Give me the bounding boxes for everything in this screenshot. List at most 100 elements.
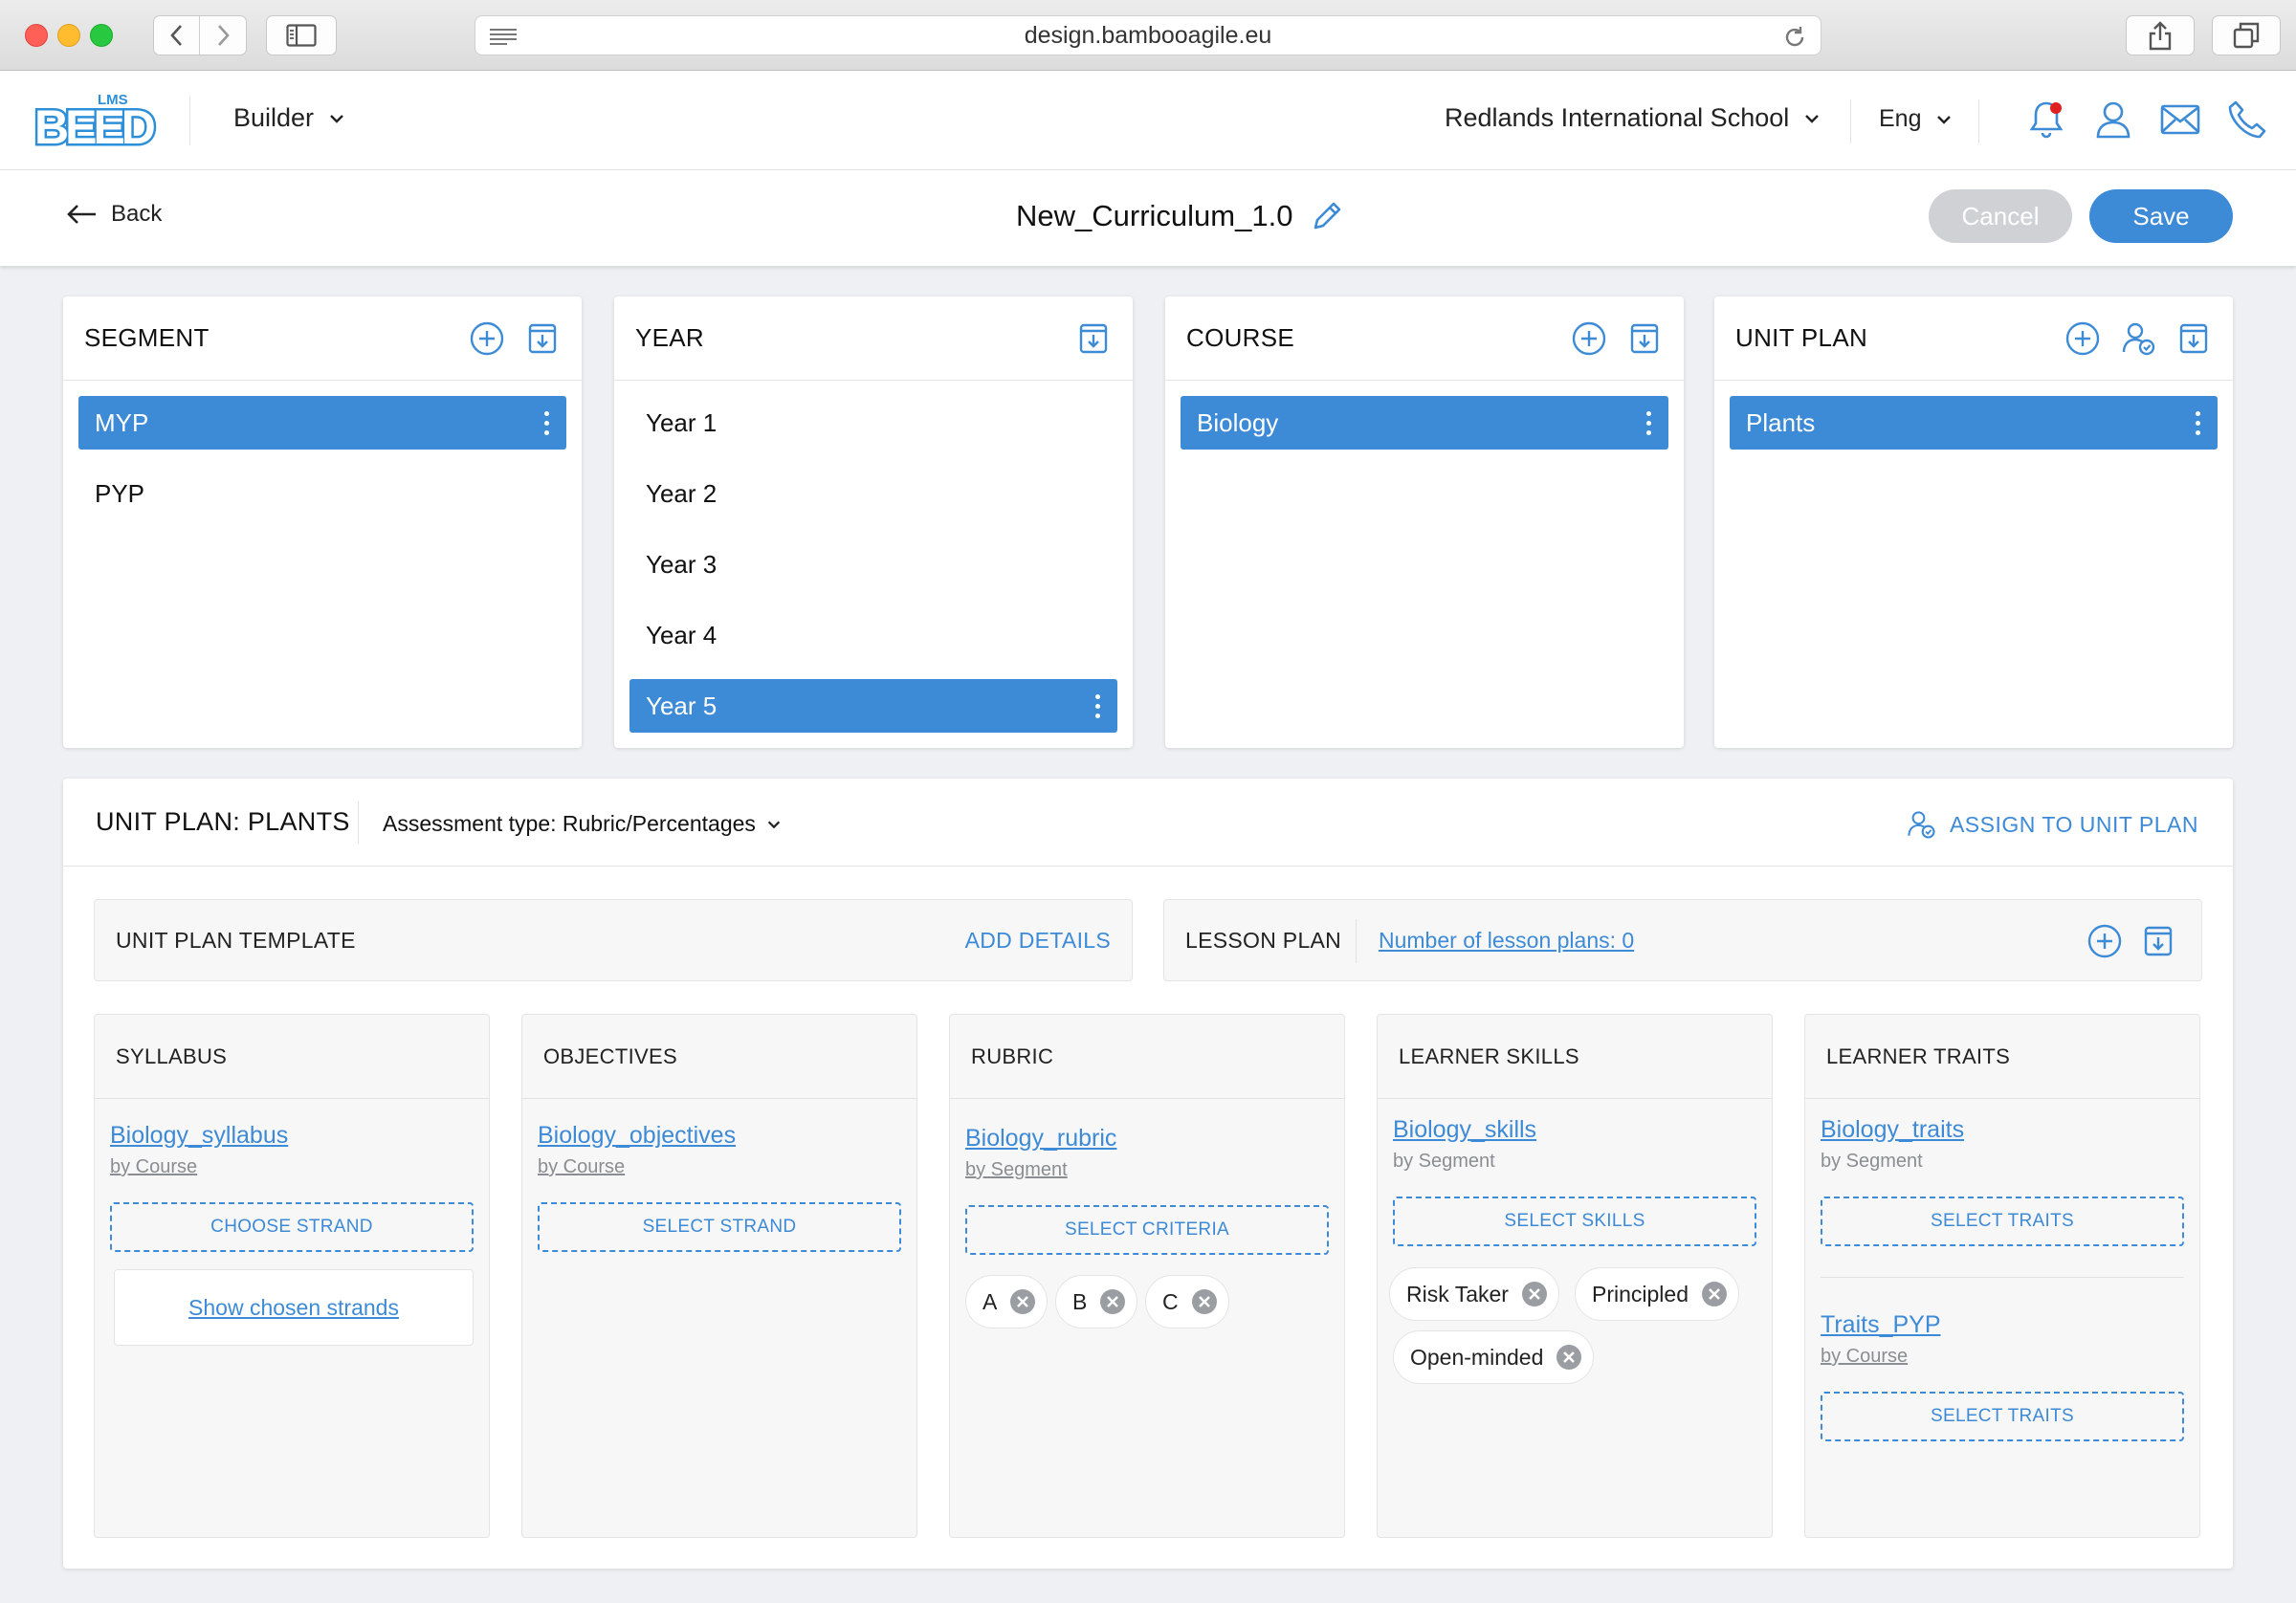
lesson-plan-count-link[interactable]: Number of lesson plans: 0	[1379, 928, 1634, 954]
assessment-type-label: Assessment type: Rubric/Percentages	[383, 811, 756, 836]
tabs-button[interactable]	[2212, 15, 2281, 55]
assign-user-icon[interactable]	[2120, 320, 2156, 357]
item-label: Year 4	[646, 620, 718, 649]
segment-item-myp[interactable]: MYP	[78, 396, 566, 450]
save-button[interactable]: Save	[2089, 189, 2233, 243]
add-circle-icon[interactable]	[469, 320, 505, 357]
archive-icon[interactable]	[2175, 320, 2212, 357]
choose-strand-button[interactable]: CHOOSE STRAND	[110, 1202, 474, 1252]
forward-nav-button[interactable]	[200, 16, 246, 55]
chip-label: A	[982, 1288, 998, 1314]
select-criteria-button[interactable]: SELECT CRITERIA	[965, 1205, 1329, 1255]
clear-icon[interactable]	[1191, 1289, 1217, 1314]
syllabus-source-link[interactable]: by Course	[110, 1156, 197, 1178]
minimize-window-button[interactable]	[57, 24, 80, 47]
clear-icon[interactable]	[1100, 1289, 1126, 1314]
segment-item-pyp[interactable]: PYP	[78, 467, 566, 520]
chevron-down-icon	[1802, 109, 1821, 128]
back-button[interactable]: Back	[65, 201, 162, 228]
criteria-chip: B	[1055, 1275, 1138, 1329]
learner-traits-column: LEARNER TRAITS Biology_traits by Segment…	[1804, 1014, 2200, 1538]
year-item-1[interactable]: Year 1	[629, 396, 1117, 450]
add-circle-icon[interactable]	[2086, 923, 2123, 959]
objectives-source-link[interactable]: by Course	[538, 1156, 625, 1178]
lesson-plan-bar: LESSON PLAN Number of lesson plans: 0	[1163, 899, 2202, 981]
archive-icon[interactable]	[1075, 320, 1112, 357]
rubric-doc-link[interactable]: Biology_rubric	[965, 1125, 1116, 1153]
add-details-link[interactable]: ADD DETAILS	[965, 928, 1111, 954]
assign-to-unit-plan-button[interactable]: ASSIGN TO UNIT PLAN	[1906, 809, 2198, 840]
clear-icon[interactable]	[1521, 1282, 1547, 1307]
builder-menu[interactable]: Builder	[233, 103, 346, 133]
archive-icon[interactable]	[1626, 320, 1663, 357]
address-bar[interactable]: design.bambooagile.eu	[475, 15, 1821, 55]
add-circle-icon[interactable]	[1571, 320, 1607, 357]
kebab-icon[interactable]	[544, 410, 550, 435]
add-circle-icon[interactable]	[2064, 320, 2101, 357]
course-header: COURSE	[1165, 296, 1684, 381]
cancel-button[interactable]: Cancel	[1929, 189, 2072, 243]
rubric-source-link[interactable]: by Segment	[965, 1159, 1068, 1181]
editor-toolbar: Back New_Curriculum_1.0 Cancel Save	[0, 170, 2296, 266]
kebab-icon[interactable]	[1646, 410, 1652, 435]
item-label: PYP	[95, 478, 145, 508]
clear-icon[interactable]	[1010, 1289, 1036, 1314]
beed-logo[interactable]: BEED BEED LMS	[31, 92, 165, 157]
reader-icon[interactable]	[489, 28, 518, 45]
curriculum-name: New_Curriculum_1.0	[1016, 199, 1293, 232]
select-traits-pyp-button[interactable]: SELECT TRAITS	[1821, 1392, 2184, 1441]
unit-plan-card: UNIT PLAN Plants	[1714, 296, 2233, 748]
kebab-icon[interactable]	[2196, 410, 2201, 435]
reload-icon[interactable]	[1782, 25, 1807, 50]
traits-source-label: by Segment	[1821, 1151, 1923, 1172]
skills-doc-link[interactable]: Biology_skills	[1393, 1116, 1536, 1144]
chevron-down-icon	[1934, 110, 1954, 129]
archive-icon[interactable]	[524, 320, 561, 357]
course-item-biology[interactable]: Biology	[1181, 396, 1668, 450]
item-label: Biology	[1197, 407, 1279, 437]
bell-icon[interactable]	[2024, 98, 2068, 142]
school-selector[interactable]: Redlands International School	[1445, 103, 1821, 133]
objectives-doc-link[interactable]: Biology_objectives	[538, 1122, 736, 1150]
language-label: Eng	[1879, 105, 1922, 132]
sidebar-toggle-button[interactable]	[266, 15, 337, 55]
segment-title: SEGMENT	[84, 323, 210, 352]
divider	[1978, 99, 1979, 143]
share-button[interactable]	[2126, 15, 2195, 55]
traits-pyp-source-link[interactable]: by Course	[1821, 1346, 1908, 1368]
year-item-4[interactable]: Year 4	[629, 608, 1117, 662]
mail-icon[interactable]	[2158, 98, 2202, 142]
criteria-chip: C	[1145, 1275, 1229, 1329]
zoom-window-button[interactable]	[90, 24, 113, 47]
unit-plan-item-plants[interactable]: Plants	[1730, 396, 2218, 450]
pencil-icon[interactable]	[1310, 199, 1344, 233]
show-chosen-strands-link[interactable]: Show chosen strands	[188, 1295, 399, 1321]
syllabus-doc-link[interactable]: Biology_syllabus	[110, 1122, 288, 1150]
chip-label: C	[1162, 1288, 1179, 1314]
year-item-2[interactable]: Year 2	[629, 467, 1117, 520]
clear-icon[interactable]	[1702, 1282, 1727, 1307]
clear-icon[interactable]	[1556, 1345, 1582, 1370]
close-window-button[interactable]	[25, 24, 48, 47]
select-skills-button[interactable]: SELECT SKILLS	[1393, 1197, 1756, 1246]
template-label: UNIT PLAN TEMPLATE	[116, 928, 356, 953]
traits-doc-link[interactable]: Biology_traits	[1821, 1116, 1964, 1144]
select-traits-button[interactable]: SELECT TRAITS	[1821, 1197, 2184, 1246]
back-nav-button[interactable]	[154, 16, 200, 55]
assign-user-icon	[1906, 809, 1936, 840]
criteria-chip: A	[965, 1275, 1049, 1329]
year-item-3[interactable]: Year 3	[629, 538, 1117, 591]
divider	[358, 802, 359, 844]
phone-icon[interactable]	[2225, 98, 2269, 142]
divider	[1850, 99, 1851, 143]
language-selector[interactable]: Eng	[1879, 105, 1954, 133]
archive-icon[interactable]	[2140, 923, 2176, 959]
course-title: COURSE	[1186, 323, 1295, 352]
select-strand-button[interactable]: SELECT STRAND	[538, 1202, 901, 1252]
traits-pyp-doc-link[interactable]: Traits_PYP	[1821, 1311, 1941, 1339]
unit-plan-panel-title: UNIT PLAN: PLANTS	[96, 807, 350, 836]
year-item-5[interactable]: Year 5	[629, 679, 1117, 733]
kebab-icon[interactable]	[1095, 693, 1101, 718]
assessment-type-dropdown[interactable]: Assessment type: Rubric/Percentages	[383, 811, 783, 837]
user-icon[interactable]	[2091, 98, 2135, 142]
